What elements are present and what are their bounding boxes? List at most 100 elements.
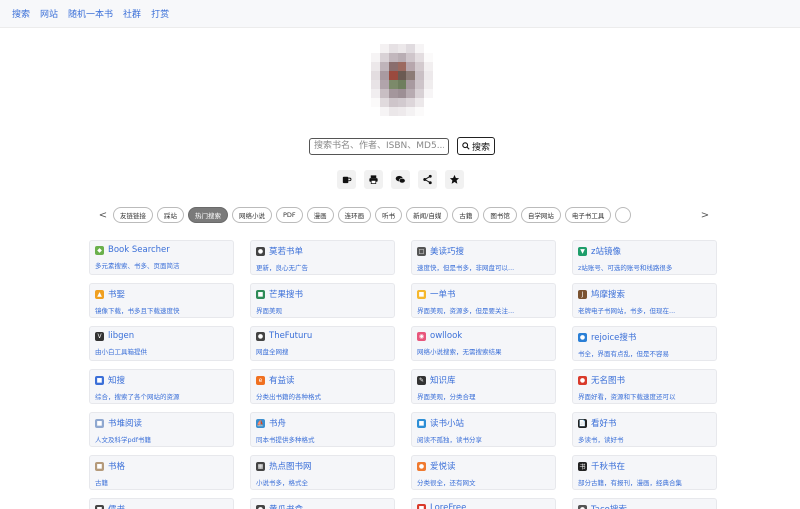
site-card[interactable]: ⛵ 书舟 同本书提供多种格式 — [250, 412, 395, 447]
site-card-title: ■ 书堆阅读 — [95, 417, 228, 429]
site-card-title: ● 黄瓜书盒 — [256, 503, 389, 509]
search-icon — [462, 142, 470, 150]
site-logo — [371, 44, 433, 116]
tab-item[interactable]: 自学网站 — [520, 207, 561, 223]
site-card-description: 由小白工具箱提供 — [95, 348, 147, 356]
favorite-button[interactable] — [445, 170, 464, 189]
share-button[interactable] — [418, 170, 437, 189]
category-tabs: < 友链链接 踩站 热门搜索 网络小说 PDF 漫画 连环画 听书 新闻/自媒 古籍 图书馆 自学网站… — [94, 206, 714, 224]
site-card-name: libgen — [108, 331, 135, 341]
coffee-button[interactable] — [337, 170, 356, 189]
site-card-title: ■ 书格 — [95, 460, 228, 472]
site-card-name: 书格 — [108, 462, 126, 472]
site-card-name: 知识库 — [430, 376, 456, 386]
site-favicon-icon: ● — [578, 504, 587, 509]
site-card-name: 热点图书网 — [269, 462, 312, 472]
site-card[interactable]: ▲ 书娶 镜像下载，书多且下载速度快 — [89, 283, 234, 318]
site-grid: ◆ Book Searcher 多元素搜索、书多、页面简洁 ● 莫若书单 更新，良心无广告… — [89, 240, 717, 509]
site-card[interactable]: ■ 芒果搜书 界面美观 — [250, 283, 395, 318]
site-card-name: 知搜 — [108, 376, 126, 386]
site-card-title: ■ 读书小站 — [417, 417, 550, 429]
site-card[interactable]: ■ LoreFree — [411, 498, 556, 509]
nav-donate[interactable]: 打赏 — [151, 7, 169, 20]
site-card[interactable]: ✎ 知识库 界面美观，分类合理 — [411, 369, 556, 404]
nav-search[interactable]: 搜索 — [12, 7, 30, 20]
site-favicon-icon: ■ — [417, 289, 426, 299]
site-card[interactable]: ■ 儒书 — [89, 498, 234, 509]
site-card-name: rejoice搜书 — [591, 333, 637, 343]
site-card-name: 读书小站 — [430, 419, 465, 429]
site-card[interactable]: □ 美读巧搜 速度快，但是书多，非网盘可以... — [411, 240, 556, 275]
site-card[interactable]: ▼ z站镜像 z站账号、可选的账号和线路很多 — [572, 240, 717, 275]
site-card-description: 综合，搜索了各个网站的资源 — [95, 393, 180, 401]
tab-item[interactable]: 连环画 — [337, 207, 372, 223]
site-card-title: ▦ 热点图书网 — [256, 460, 389, 472]
site-card-description: 部分古籍，有报刊，漫画，经典合集 — [578, 479, 682, 487]
site-card[interactable]: ▦ 热点图书网小说书多，格式全 — [250, 455, 395, 490]
tab-item[interactable]: 新闻/自媒 — [406, 207, 449, 223]
site-card[interactable]: ● 无名图书 界面好看，资源和下载速度还可以 — [572, 369, 717, 404]
site-card[interactable]: ● rejoice搜书 书全，界面有点乱，但是不容易 — [572, 326, 717, 361]
site-card-description: 界面好看，资源和下载速度还可以 — [578, 393, 676, 401]
tab-item[interactable]: 热门搜索 — [188, 207, 228, 223]
tab-item[interactable]: 图书馆 — [483, 207, 517, 223]
site-card-title: ▲ 书娶 — [95, 288, 228, 300]
site-card[interactable]: ◉ owllook 网络小说搜索，无需搜索结果 — [411, 326, 556, 361]
site-card[interactable]: ■ 书堆阅读 人文及科学pdf书籍 — [89, 412, 234, 447]
site-card[interactable]: ● Taco搜索 — [572, 498, 717, 509]
site-card[interactable]: ■ 书格 古籍 — [89, 455, 234, 490]
site-card-title: ● 爱悦读 — [417, 460, 550, 472]
site-card-title: ■ 儒书 — [95, 503, 228, 509]
tab-item[interactable]: 漫画 — [306, 207, 334, 223]
site-card[interactable]: ◆ Book Searcher 多元素搜索、书多、页面简洁 — [89, 240, 234, 275]
site-card[interactable]: ● 黄瓜书盒 — [250, 498, 395, 509]
tab-item[interactable]: 网络小说 — [232, 207, 272, 223]
site-card-description: 多元素搜索、书多、页面简洁 — [95, 262, 180, 270]
site-card-description: 同本书提供多种格式 — [256, 436, 315, 444]
site-card-description: 分类很全，还有网文 — [417, 479, 476, 487]
mug-icon — [342, 176, 352, 184]
site-card[interactable]: ● TheFuturu 网盘全网搜 — [250, 326, 395, 361]
tab-item[interactable]: PDF — [276, 207, 303, 223]
tab-item[interactable] — [615, 207, 632, 223]
site-card[interactable]: J 鸠摩搜索 老牌电子书网站，书多，但现在... — [572, 283, 717, 318]
tab-item[interactable]: 古籍 — [452, 207, 480, 223]
site-card-name: Book Searcher — [108, 245, 170, 255]
site-card-name: 美读巧搜 — [430, 247, 465, 257]
print-button[interactable] — [364, 170, 383, 189]
site-card-name: 看好书 — [591, 419, 617, 429]
site-favicon-icon: 📄 — [578, 418, 587, 428]
site-card[interactable]: 📄 看好书 多读书，读好书 — [572, 412, 717, 447]
site-card[interactable]: Vlibgen 由小白工具箱提供 — [89, 326, 234, 361]
site-card[interactable]: ■ 读书小站 阅读不孤独，读书分享 — [411, 412, 556, 447]
site-card-title: ■ 知搜 — [95, 374, 228, 386]
tab-item[interactable]: 踩站 — [157, 207, 184, 223]
site-favicon-icon: ● — [417, 461, 426, 471]
nav-websites[interactable]: 网站 — [40, 7, 58, 20]
site-card-description: 网盘全网搜 — [256, 348, 289, 356]
site-card[interactable]: ■ 一单书 界面美观，资源多，但是要关注... — [411, 283, 556, 318]
tab-item[interactable]: 听书 — [375, 207, 403, 223]
tabs-next-button[interactable]: > — [696, 210, 714, 221]
nav-community[interactable]: 社群 — [123, 7, 141, 20]
site-favicon-icon: J — [578, 289, 587, 299]
wechat-button[interactable] — [391, 170, 410, 189]
site-card[interactable]: e 有益读 分类出书籍的各种格式 — [250, 369, 395, 404]
tabs-prev-button[interactable]: < — [94, 210, 112, 221]
site-card[interactable]: ■ 知搜综合，搜索了各个网站的资源 — [89, 369, 234, 404]
tab-item[interactable]: 友链链接 — [113, 207, 153, 223]
search-input[interactable] — [309, 137, 449, 155]
site-card[interactable]: ● 莫若书单 更新，良心无广告 — [250, 240, 395, 275]
site-card[interactable]: ● 爱悦读分类很全，还有网文 — [411, 455, 556, 490]
site-card-description: 分类出书籍的各种格式 — [256, 393, 321, 401]
site-card-description: 小说书多，格式全 — [256, 479, 308, 487]
site-card[interactable]: 书千秋书在 部分古籍，有报刊，漫画，经典合集 — [572, 455, 717, 490]
site-favicon-icon: ■ — [95, 504, 104, 509]
nav-random-book[interactable]: 随机一本书 — [68, 7, 113, 20]
tab-item[interactable]: 电子书工具 — [564, 207, 612, 223]
search-button[interactable]: 搜索 — [457, 137, 496, 155]
site-favicon-icon: ■ — [417, 503, 426, 509]
site-favicon-icon: □ — [417, 246, 426, 256]
site-card-title: Vlibgen — [95, 331, 228, 341]
site-favicon-icon: ■ — [256, 289, 265, 299]
